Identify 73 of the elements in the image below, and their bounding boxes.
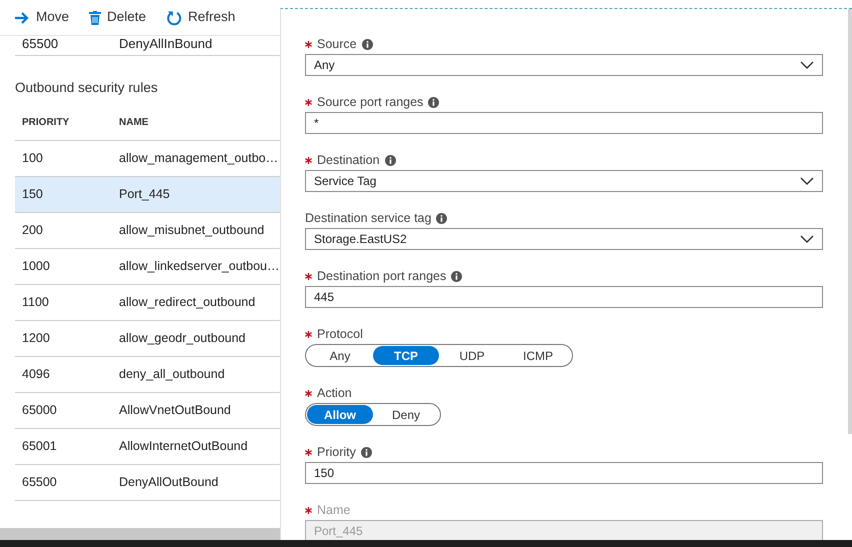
chevron-down-icon — [800, 235, 814, 243]
table-row[interactable]: 65500 DenyAllOutBound — [15, 465, 280, 501]
table-cell-text: 4096 — [21, 366, 51, 384]
dropdown[interactable]: Service Tag — [305, 170, 823, 192]
input-field[interactable]: * — [305, 112, 823, 134]
table-row[interactable]: 4096 deny_all_outbound — [15, 357, 280, 393]
field-label: Destination port ranges — [317, 268, 446, 285]
table-row[interactable]: 1100 allow_redirect_outbound — [15, 285, 280, 321]
column-header: NAME — [119, 116, 150, 130]
table-cell-text: allow_management_outbo… — [119, 150, 280, 168]
table-row[interactable]: 150 Port_445 — [15, 177, 280, 213]
table-cell-text: 65500 — [21, 474, 58, 492]
scrollbar[interactable] — [848, 9, 852, 434]
table-row[interactable]: 1000 allow_linkedserver_outbou… — [15, 249, 280, 285]
trash-icon — [89, 10, 102, 24]
table-cell-text: 65001 — [21, 438, 58, 456]
field-label: Source port ranges — [317, 94, 424, 111]
info-icon[interactable] — [451, 270, 462, 282]
dropdown[interactable]: Any — [305, 54, 823, 76]
table-cell-text: allow_misubnet_outbound — [119, 222, 266, 240]
scrollbar[interactable] — [0, 528, 280, 540]
toggle-option[interactable]: Deny — [373, 405, 439, 424]
table-row[interactable]: 65001 AllowInternetOutBound — [15, 429, 280, 465]
table-cell-text: 200 — [21, 222, 44, 240]
table-cell-text: 65500 — [21, 36, 60, 52]
chevron-down-icon — [800, 177, 814, 185]
table-cell-text: allow_linkedserver_outbou… — [119, 258, 280, 276]
table-cell-text: Port_445 — [119, 186, 171, 204]
toggle-option[interactable]: TCP — [373, 346, 439, 365]
info-icon[interactable] — [436, 212, 448, 224]
info-icon[interactable] — [384, 154, 396, 166]
table-cell-text: 1200 — [21, 330, 51, 348]
toggle-option[interactable]: Any — [307, 346, 373, 365]
field-label: Priority — [317, 444, 356, 461]
refresh-button[interactable]: Refresh — [166, 7, 236, 28]
field-label: Protocol — [317, 326, 363, 343]
refresh-icon — [166, 10, 182, 26]
toggle-option[interactable]: ICMP — [505, 346, 571, 365]
delete-button[interactable]: Delete — [89, 7, 146, 28]
input-field: Port_445 — [305, 520, 823, 540]
field-label: Destination — [317, 152, 380, 169]
table-cell-text: allow_geodr_outbound — [119, 330, 246, 348]
field-label: Action — [317, 384, 352, 402]
table-cell-text: 100 — [21, 150, 44, 168]
table-cell-text: AllowVnetOutBound — [119, 402, 232, 420]
dropdown[interactable]: Storage.EastUS2 — [305, 228, 823, 250]
arrow-right-icon — [14, 10, 30, 24]
field-label: Name — [317, 502, 350, 519]
section-title: Outbound security rules — [15, 79, 159, 97]
table-cell-text: 1100 — [21, 294, 50, 312]
table-cell-text: 150 — [21, 186, 44, 204]
table-cell-text: AllowInternetOutBound — [119, 438, 249, 456]
table-row[interactable]: 65000 AllowVnetOutBound — [15, 393, 280, 429]
info-icon[interactable] — [360, 446, 372, 458]
table-cell-text: 1000 — [21, 258, 51, 276]
field-label: Destination service tag — [305, 210, 432, 227]
chevron-down-icon — [800, 61, 814, 69]
info-icon[interactable] — [362, 38, 373, 50]
table-cell-text: allow_redirect_outbound — [119, 294, 256, 312]
table-row[interactable]: 1200 allow_geodr_outbound — [15, 321, 280, 357]
table-row[interactable]: 200 allow_misubnet_outbound — [15, 213, 280, 249]
input-field[interactable]: 150 — [305, 462, 823, 484]
table-cell-text: deny_all_outbound — [119, 366, 226, 384]
toggle-option[interactable]: Allow — [307, 405, 373, 424]
toggle-option[interactable]: UDP — [439, 346, 505, 365]
field-label: Source — [317, 36, 357, 53]
input-field[interactable]: 445 — [305, 286, 823, 308]
move-button[interactable]: Move — [14, 7, 70, 28]
table-cell-text: DenyAllOutBound — [119, 474, 220, 492]
column-header: PRIORITY — [21, 116, 70, 130]
table-cell-text: DenyAllInBound — [119, 36, 214, 53]
info-icon[interactable] — [428, 96, 440, 108]
table-cell-text: 65000 — [21, 402, 58, 420]
